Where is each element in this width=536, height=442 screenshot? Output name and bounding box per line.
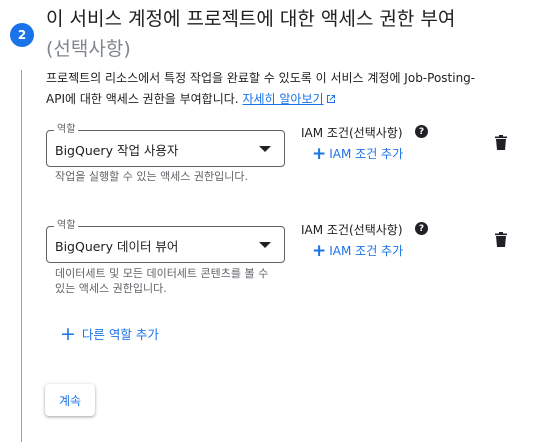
role-value: BigQuery 작업 사용자 [55,143,179,158]
step-number-badge: 2 [10,23,34,47]
add-iam-condition-button-2[interactable]: + IAM 조건 추가 [312,242,403,259]
role-select-1[interactable]: 역할 BigQuery 작업 사용자 [46,123,285,167]
add-another-role-button[interactable]: + 다른 역할 추가 [60,324,159,343]
learn-more-link[interactable]: 자세히 알아보기 [242,92,335,106]
delete-icon[interactable] [495,232,507,247]
dropdown-arrow-icon [259,146,271,152]
iam-condition-label-2: IAM 조건(선택사항) [301,223,403,237]
add-iam-condition-button-1[interactable]: + IAM 조건 추가 [312,145,403,162]
section-title: 이 서비스 계정에 프로젝트에 대한 액세스 권한 부여 [46,8,456,30]
optional-label: (선택사항) [46,38,131,60]
role-field-label: 역할 [54,123,79,137]
role-value: BigQuery 데이터 뷰어 [55,239,179,254]
learn-more-label: 자세히 알아보기 [242,92,324,106]
role-field-label: 역할 [54,219,79,233]
role-hint-2: 데이터세트 및 모든 데이터세트 콘텐츠를 볼 수 있는 액세스 권한입니다. [55,267,269,295]
add-iam-label: IAM 조건 추가 [329,147,404,161]
help-icon[interactable]: ? [415,125,428,138]
external-link-icon [326,95,335,103]
plus-icon: + [60,322,76,345]
iam-condition-label-1: IAM 조건(선택사항) [301,126,403,140]
add-role-label: 다른 역할 추가 [81,327,159,342]
step-connector-line [21,70,22,442]
role-hint-1: 작업을 실행할 수 있는 액세스 권한입니다. [55,170,249,183]
plus-icon: + [312,240,327,261]
dropdown-arrow-icon [259,242,271,248]
section-heading: 이 서비스 계정에 프로젝트에 대한 액세스 권한 부여 (선택사항) [46,4,526,64]
plus-icon: + [312,143,327,164]
role-select-2[interactable]: 역할 BigQuery 데이터 뷰어 [46,219,285,263]
help-icon[interactable]: ? [415,222,428,235]
add-iam-label: IAM 조건 추가 [329,244,404,258]
delete-icon[interactable] [495,135,507,150]
continue-button[interactable]: 계속 [45,384,95,416]
section-description: 프로젝트의 리소스에서 특정 작업을 완료할 수 있도록 이 서비스 계정에 J… [46,68,486,110]
